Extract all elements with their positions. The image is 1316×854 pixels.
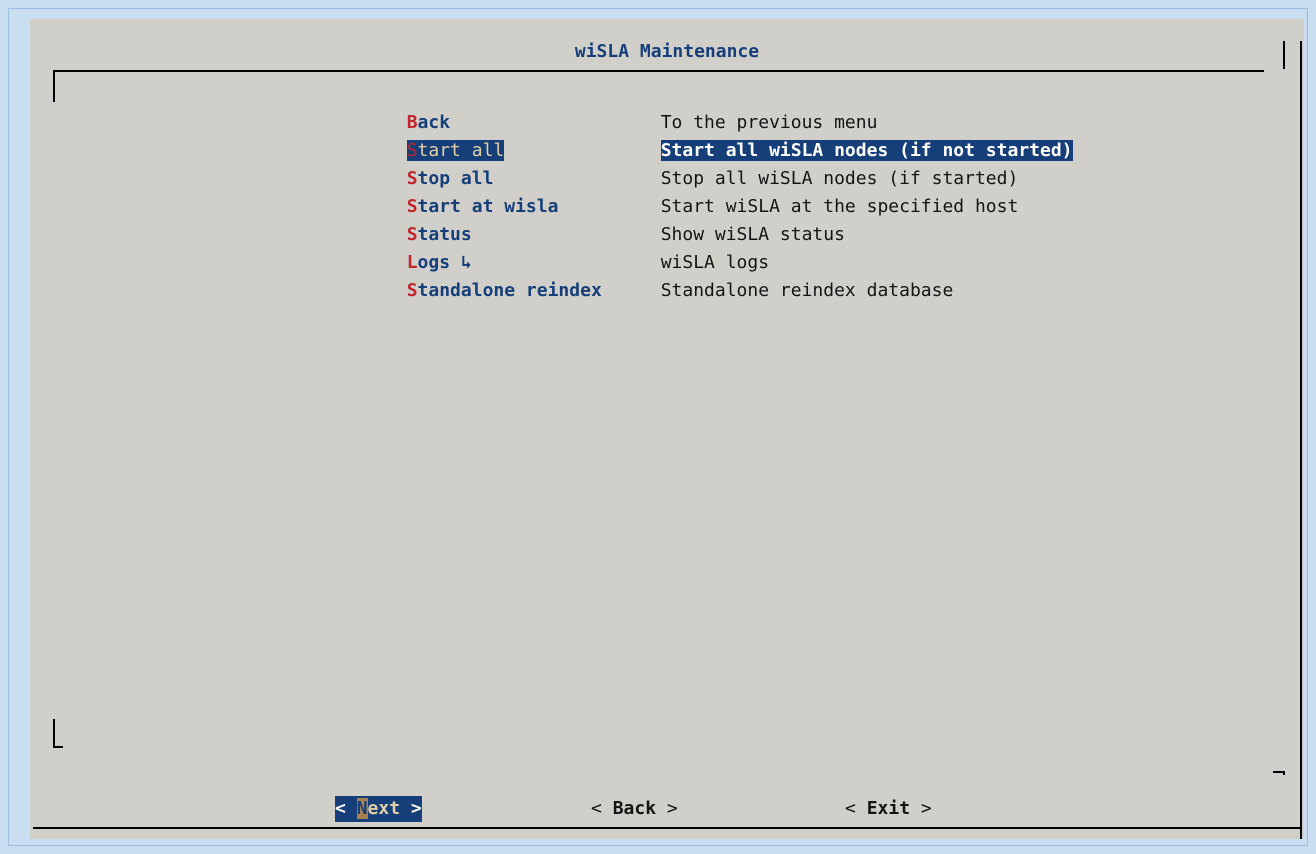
dialog-box: wiSLA Maintenance Back To the previous me… xyxy=(30,19,1304,839)
menu-item-tag: Standalone reindex xyxy=(406,280,602,301)
menu-item-description: Standalone reindex database xyxy=(660,280,954,301)
menu-item-back[interactable]: Back To the previous menu xyxy=(320,87,878,133)
next-button[interactable]: < Next > xyxy=(335,796,422,822)
dialog-right-border xyxy=(1300,41,1302,839)
menu-item-standalone-reindex[interactable]: Standalone reindex Standalone reindex dat… xyxy=(320,255,954,301)
list-left-border-top xyxy=(53,70,55,102)
dialog-bottom-border xyxy=(33,827,1302,829)
list-bottom-left-corner xyxy=(53,746,63,748)
menu-item-logs[interactable]: Logs ↳ wiSLA logs xyxy=(320,227,769,273)
menu-item-status[interactable]: Status Show wiSLA status xyxy=(320,199,845,245)
exit-button[interactable]: < Exit > xyxy=(845,796,932,822)
dialog-title-right-tick xyxy=(1283,41,1285,69)
list-left-border-bottom xyxy=(53,719,55,747)
menu-item-stop-all[interactable]: Stop all Stop all wiSLA nodes (if started… xyxy=(320,143,1019,189)
back-button[interactable]: < Back > xyxy=(591,796,678,822)
terminal-window: wiSLA Maintenance Back To the previous me… xyxy=(8,8,1308,846)
menu-item-start-at-wisla[interactable]: Start at wisla Start wiSLA at the specifi… xyxy=(320,171,1019,217)
separator-right-end xyxy=(1273,771,1285,773)
dialog-title: wiSLA Maintenance xyxy=(574,41,760,62)
menu-item-start-all[interactable]: Start all Start all wiSLA nodes (if not s… xyxy=(320,115,1073,161)
list-top-border xyxy=(53,70,1264,72)
